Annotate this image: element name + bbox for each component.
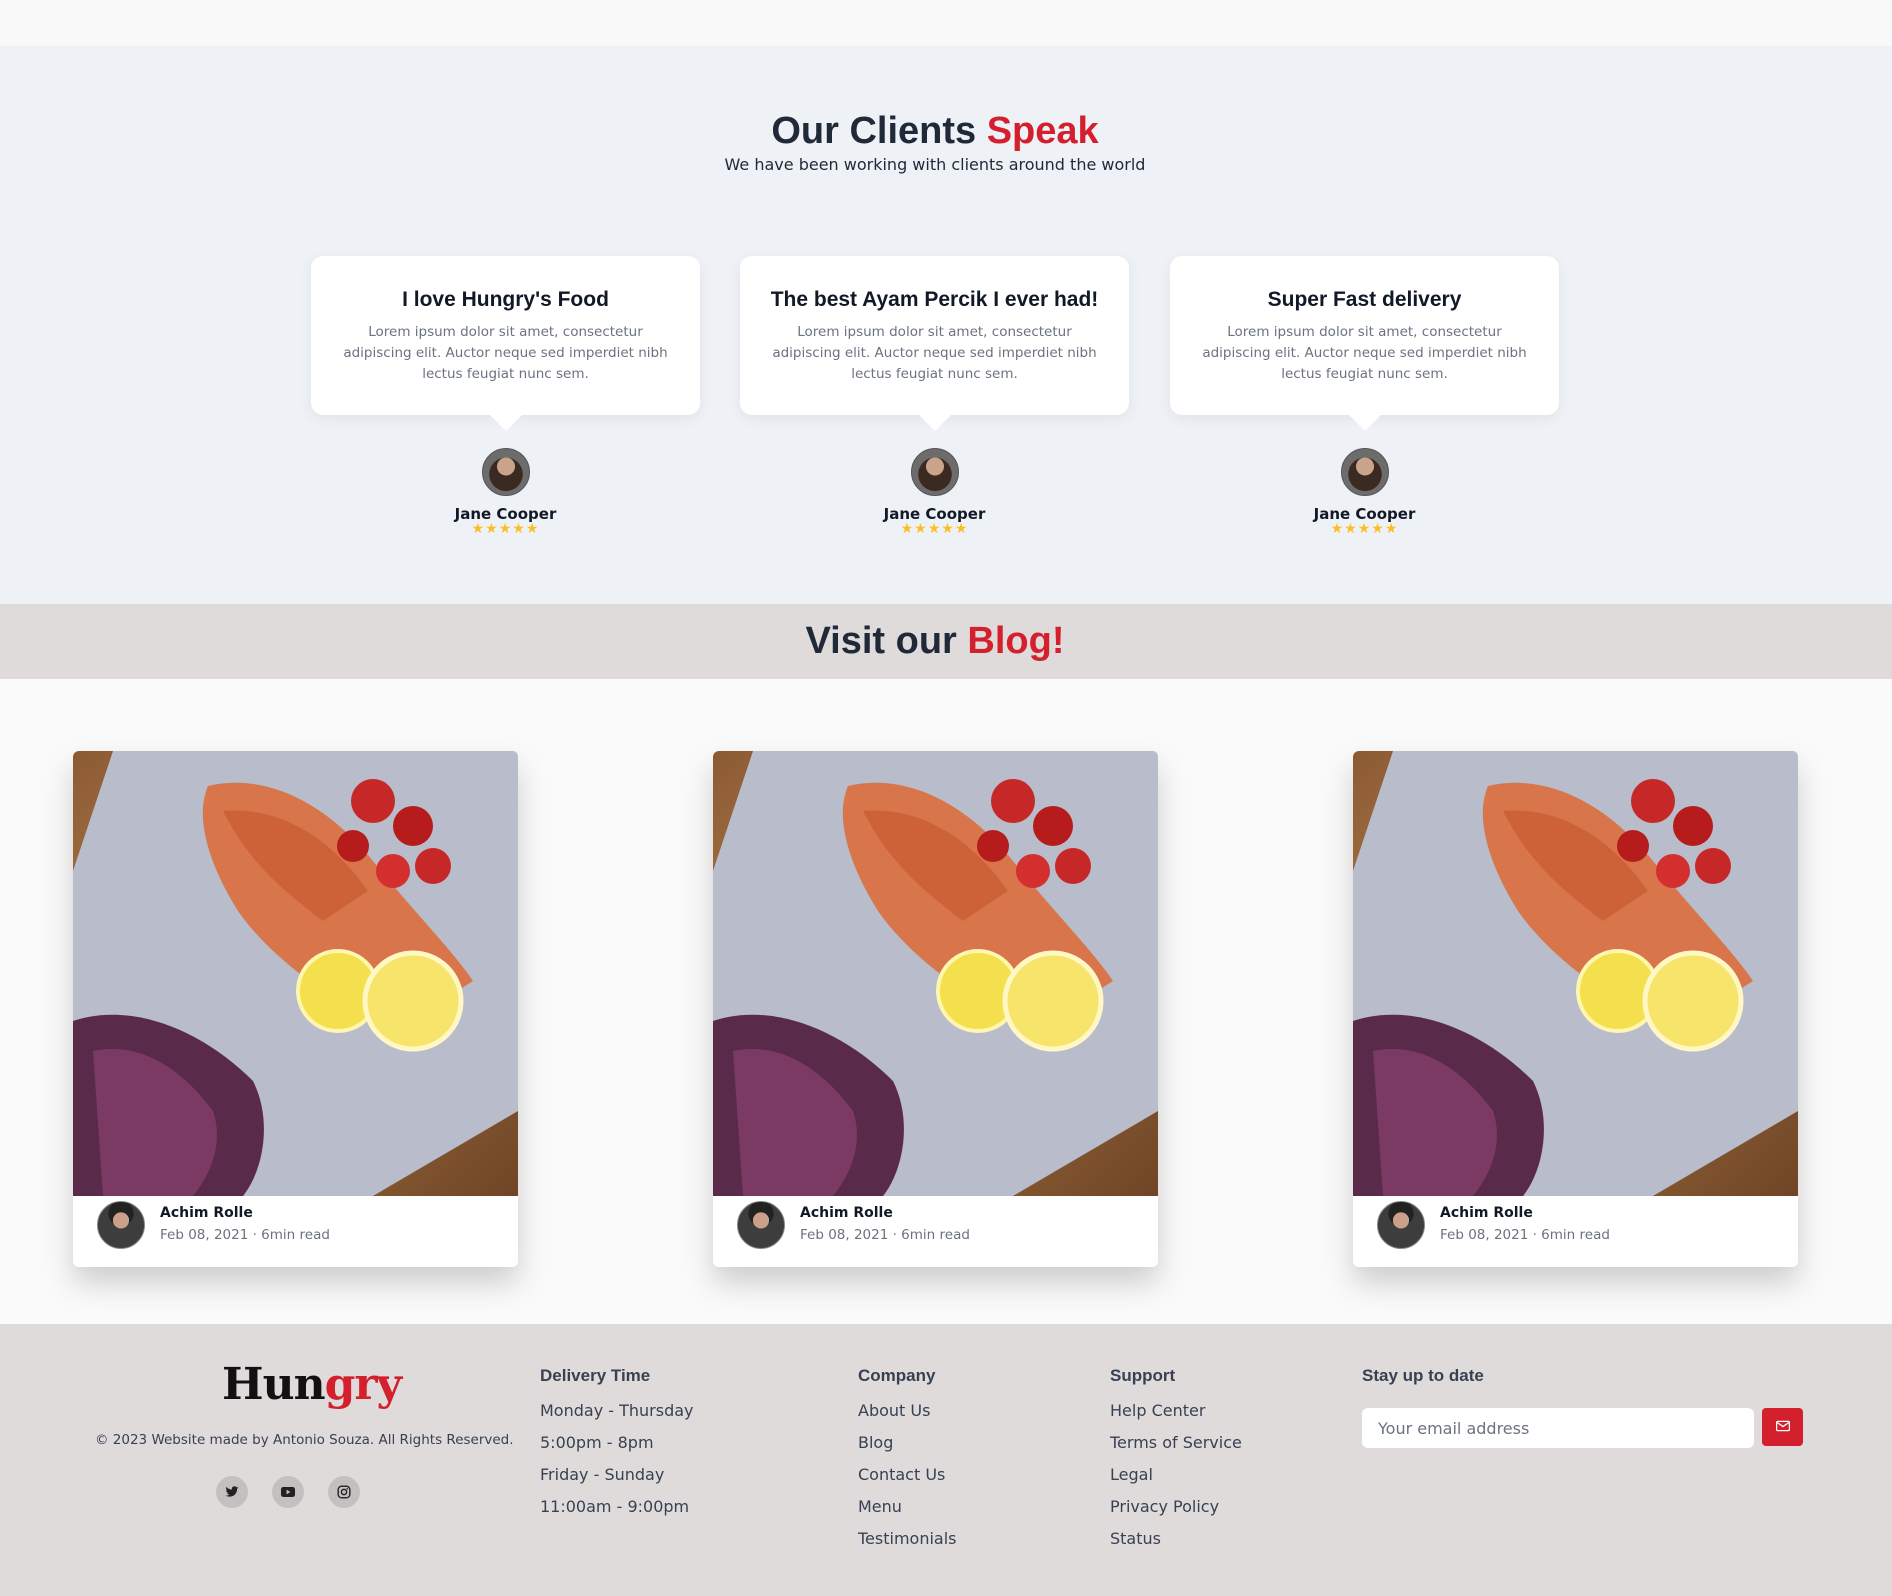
avatar <box>910 448 959 496</box>
company-column: Company About Us Blog Contact Us Menu Te… <box>858 1366 957 1560</box>
blog-date: Feb 08, 2021 · 6min read <box>160 1227 330 1243</box>
testimonial-name: Jane Cooper <box>883 505 986 523</box>
twitter-icon[interactable] <box>216 1476 248 1508</box>
blog-author: Achim Rolle <box>800 1205 893 1221</box>
delivery-time-item: Friday - Sunday <box>540 1465 665 1484</box>
delivery-time-item: 11:00am - 9:00pm <box>540 1497 690 1516</box>
testimonial-card: Super Fast delivery Lorem ipsum dolor si… <box>1170 256 1559 431</box>
testimonial-text: Lorem ipsum dolor sit amet, consectetur … <box>1202 324 1527 382</box>
author-avatar <box>737 1201 785 1249</box>
footer-link-terms[interactable]: Terms of Service <box>1110 1432 1242 1464</box>
blog-meta: Achim Rolle Feb 08, 2021 · 6min read <box>97 1201 518 1261</box>
footer-link-blog[interactable]: Blog <box>858 1432 957 1464</box>
blog-date: Feb 08, 2021 · 6min read <box>1440 1227 1610 1243</box>
support-column: Support Help Center Terms of Service Leg… <box>1110 1366 1242 1560</box>
testimonial-author: Jane Cooper ★★★★★ <box>740 448 1129 536</box>
delivery-time-item: Monday - Thursday <box>540 1401 694 1420</box>
testimonial-text: Lorem ipsum dolor sit amet, consectetur … <box>772 324 1097 382</box>
testimonial-author: Jane Cooper ★★★★★ <box>1170 448 1559 536</box>
blog-author: Achim Rolle <box>160 1205 253 1221</box>
testimonials-title-accent: Speak <box>986 110 1099 152</box>
subscribe-button[interactable] <box>1762 1408 1803 1446</box>
footer: Hungry © 2023 Website made by Antonio So… <box>0 1324 1892 1596</box>
author-avatar <box>97 1201 145 1249</box>
delivery-time-column: Delivery Time Monday - Thursday 5:00pm -… <box>540 1366 694 1528</box>
testimonial-heading: The best Ayam Percik I ever had! <box>770 288 1099 311</box>
footer-link-privacy[interactable]: Privacy Policy <box>1110 1496 1242 1528</box>
delivery-time-heading: Delivery Time <box>540 1366 651 1385</box>
copyright: © 2023 Website made by Antonio Souza. Al… <box>95 1432 514 1448</box>
support-heading: Support <box>1110 1366 1176 1385</box>
testimonial-author: Jane Cooper ★★★★★ <box>311 448 700 536</box>
blog-photo <box>73 751 518 1196</box>
blog-author: Achim Rolle <box>1440 1205 1533 1221</box>
logo[interactable]: Hungry <box>222 1359 402 1410</box>
footer-link-legal[interactable]: Legal <box>1110 1464 1242 1496</box>
footer-link-help-center[interactable]: Help Center <box>1110 1400 1242 1432</box>
blog-title: Visit our Blog! <box>805 620 1065 662</box>
blog-date: Feb 08, 2021 · 6min read <box>800 1227 970 1243</box>
testimonial-heading: I love Hungry's Food <box>402 288 609 311</box>
blog-card[interactable]: Achim Rolle Feb 08, 2021 · 6min read <box>713 751 1158 1267</box>
blog-banner: Visit our Blog! <box>0 604 1892 679</box>
testimonials-section: Our Clients Speak We have been working w… <box>0 46 1892 604</box>
testimonials-title: Our Clients Speak <box>771 110 1099 152</box>
blog-photo <box>1353 751 1798 1196</box>
star-rating: ★★★★★ <box>900 521 969 537</box>
footer-link-contact-us[interactable]: Contact Us <box>858 1464 957 1496</box>
top-bar <box>0 0 1892 46</box>
blog-title-accent: Blog! <box>967 620 1065 662</box>
company-heading: Company <box>858 1366 936 1385</box>
author-avatar <box>1377 1201 1425 1249</box>
newsletter-heading: Stay up to date <box>1362 1366 1484 1385</box>
youtube-icon[interactable] <box>272 1476 304 1508</box>
send-icon <box>1775 1419 1790 1435</box>
testimonial-heading: Super Fast delivery <box>1267 288 1462 311</box>
footer-link-about-us[interactable]: About Us <box>858 1400 957 1432</box>
testimonial-card: The best Ayam Percik I ever had! Lorem i… <box>740 256 1129 431</box>
email-input[interactable] <box>1362 1408 1754 1448</box>
testimonial-card: I love Hungry's Food Lorem ipsum dolor s… <box>311 256 700 431</box>
blog-card[interactable]: Achim Rolle Feb 08, 2021 · 6min read <box>1353 751 1798 1267</box>
testimonial-text: Lorem ipsum dolor sit amet, consectetur … <box>343 324 668 382</box>
newsletter-column: Stay up to date <box>1362 1366 1484 1400</box>
footer-link-menu[interactable]: Menu <box>858 1496 957 1528</box>
footer-link-status[interactable]: Status <box>1110 1528 1242 1560</box>
blog-meta: Achim Rolle Feb 08, 2021 · 6min read <box>1377 1201 1798 1261</box>
footer-link-testimonials[interactable]: Testimonials <box>858 1528 957 1560</box>
avatar <box>481 448 530 496</box>
testimonial-name: Jane Cooper <box>1313 505 1416 523</box>
blog-card[interactable]: Achim Rolle Feb 08, 2021 · 6min read <box>73 751 518 1267</box>
delivery-time-item: 5:00pm - 8pm <box>540 1433 654 1452</box>
testimonial-name: Jane Cooper <box>454 505 557 523</box>
blog-meta: Achim Rolle Feb 08, 2021 · 6min read <box>737 1201 1158 1261</box>
star-rating: ★★★★★ <box>471 521 540 537</box>
instagram-icon[interactable] <box>328 1476 360 1508</box>
avatar <box>1340 448 1389 496</box>
blog-photo <box>713 751 1158 1196</box>
star-rating: ★★★★★ <box>1330 521 1399 537</box>
testimonials-subtitle: We have been working with clients around… <box>724 155 1146 174</box>
